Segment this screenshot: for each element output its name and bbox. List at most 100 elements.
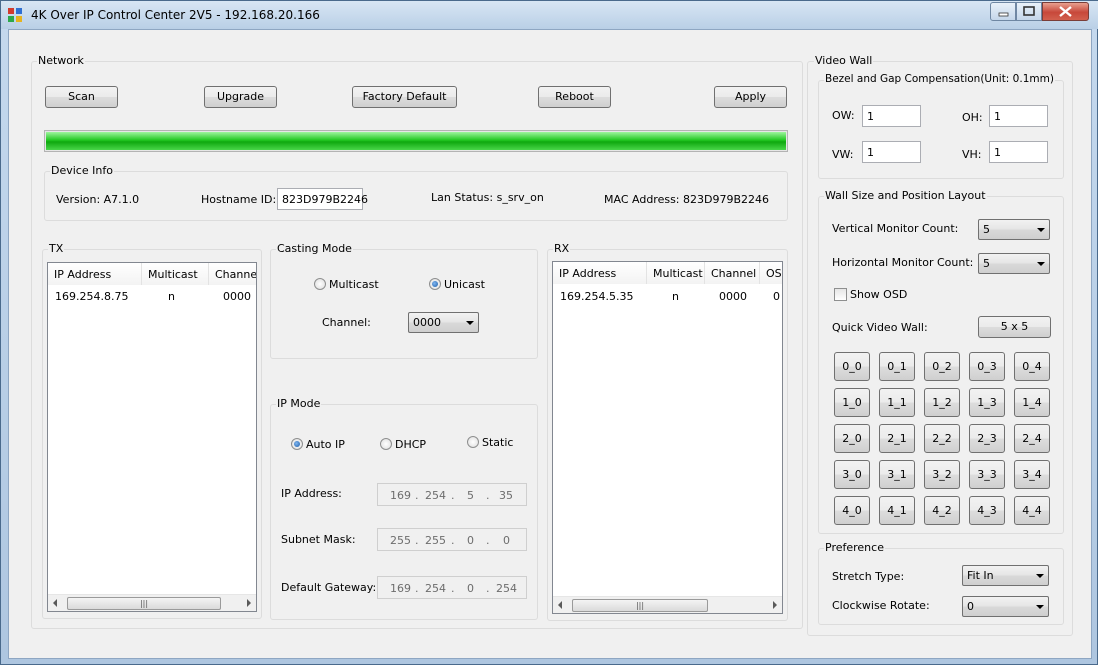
clockwise-rotate-value: 0 (967, 600, 974, 613)
wall-position-button[interactable]: 4_1 (879, 496, 915, 525)
unicast-radio[interactable] (429, 278, 441, 290)
wall-position-button[interactable]: 1_0 (834, 388, 870, 417)
scan-button[interactable]: Scan (45, 86, 118, 108)
vertical-count-value: 5 (983, 223, 990, 236)
dhcp-radio[interactable] (380, 438, 392, 450)
wall-position-button[interactable]: 3_1 (879, 460, 915, 489)
reboot-button[interactable]: Reboot (538, 86, 611, 108)
wall-position-button[interactable]: 2_4 (1014, 424, 1050, 453)
wall-position-button[interactable]: 3_4 (1014, 460, 1050, 489)
auto-ip-radio[interactable] (291, 438, 303, 450)
rx-list[interactable]: IP Address Multicast Channel OS 169.254.… (552, 261, 783, 614)
factory-default-button[interactable]: Factory Default (352, 86, 457, 108)
rx-column-multicast[interactable]: Multicast (647, 262, 705, 284)
show-osd-label: Show OSD (850, 288, 908, 301)
wall-position-button[interactable]: 1_2 (924, 388, 960, 417)
tx-column-channel[interactable]: Channe (209, 263, 256, 285)
horizontal-count-select[interactable]: 5 (978, 253, 1050, 274)
layout-title: Wall Size and Position Layout (824, 189, 987, 202)
clockwise-rotate-label: Clockwise Rotate: (832, 599, 930, 612)
rx-row-ip: 169.254.5.35 (560, 290, 634, 303)
tx-column-ip[interactable]: IP Address (48, 263, 142, 285)
network-title: Network (37, 54, 85, 67)
channel-select[interactable]: 0000 (408, 312, 479, 333)
upgrade-button[interactable]: Upgrade (204, 86, 277, 108)
maximize-icon (1023, 6, 1035, 16)
version-label: Version: A7.1.0 (56, 193, 140, 206)
rx-column-os[interactable]: OS (760, 262, 782, 284)
tx-horizontal-scrollbar[interactable]: ||| (48, 594, 256, 611)
quick-video-wall-button[interactable]: 5 x 5 (978, 316, 1051, 338)
dhcp-label: DHCP (395, 438, 427, 451)
close-button[interactable] (1042, 2, 1089, 21)
channel-label: Channel: (322, 316, 371, 329)
wall-position-button[interactable]: 3_3 (969, 460, 1005, 489)
rx-column-ip[interactable]: IP Address (553, 262, 647, 284)
ip-octet: 169 (390, 489, 411, 502)
scroll-left-icon[interactable] (53, 599, 57, 607)
scroll-left-icon[interactable] (558, 601, 562, 609)
wall-position-button[interactable]: 3_2 (924, 460, 960, 489)
scroll-thumb[interactable]: ||| (572, 599, 708, 612)
wall-position-button[interactable]: 4_2 (924, 496, 960, 525)
scroll-thumb[interactable]: ||| (67, 597, 221, 610)
quick-video-wall-label: Quick Video Wall: (832, 321, 928, 334)
ow-field[interactable]: 1 (862, 105, 921, 127)
vw-field[interactable]: 1 (862, 141, 921, 163)
wall-position-button[interactable]: 3_0 (834, 460, 870, 489)
rx-row-os: 0 (773, 290, 780, 303)
scroll-right-icon[interactable] (773, 601, 777, 609)
wall-position-button[interactable]: 2_0 (834, 424, 870, 453)
stretch-type-value: Fit In (967, 569, 994, 582)
show-osd-checkbox[interactable] (834, 288, 847, 301)
ip-address-field[interactable]: 169. 254. 5. 35 (377, 483, 527, 506)
clockwise-rotate-select[interactable]: 0 (962, 596, 1049, 617)
wall-position-button[interactable]: 4_4 (1014, 496, 1050, 525)
static-radio[interactable] (467, 436, 479, 448)
hostname-field[interactable]: 823D979B2246 (277, 188, 368, 210)
wall-position-button[interactable]: 0_3 (969, 352, 1005, 381)
wall-position-button[interactable]: 0_4 (1014, 352, 1050, 381)
rx-title: RX (553, 242, 571, 255)
wall-position-button[interactable]: 0_0 (834, 352, 870, 381)
rx-horizontal-scrollbar[interactable]: ||| (553, 596, 782, 613)
vertical-count-select[interactable]: 5 (978, 219, 1050, 240)
tx-column-multicast[interactable]: Multicast (142, 263, 209, 285)
wall-position-button[interactable]: 0_1 (879, 352, 915, 381)
wall-position-button[interactable]: 2_1 (879, 424, 915, 453)
wall-position-button[interactable]: 4_3 (969, 496, 1005, 525)
title-bar[interactable]: 4K Over IP Control Center 2V5 - 192.168.… (1, 1, 1098, 29)
minimize-button[interactable] (990, 2, 1016, 21)
close-icon (1059, 6, 1072, 17)
scroll-right-icon[interactable] (247, 599, 251, 607)
wall-position-button[interactable]: 1_1 (879, 388, 915, 417)
ip-octet: 254 (425, 582, 446, 595)
subnet-mask-label: Subnet Mask: (281, 533, 356, 546)
stretch-type-select[interactable]: Fit In (962, 565, 1049, 586)
ip-address-label: IP Address: (281, 487, 342, 500)
maximize-button[interactable] (1016, 2, 1042, 21)
rx-column-channel[interactable]: Channel (705, 262, 760, 284)
bezel-group (818, 80, 1064, 179)
unicast-radio-label: Unicast (444, 278, 485, 291)
wall-position-button[interactable]: 4_0 (834, 496, 870, 525)
default-gateway-field[interactable]: 169. 254. 0. 254 (377, 576, 527, 599)
tx-list[interactable]: IP Address Multicast Channe 169.254.8.75… (47, 262, 257, 612)
window-title: 4K Over IP Control Center 2V5 - 192.168.… (31, 8, 320, 22)
wall-position-button[interactable]: 1_4 (1014, 388, 1050, 417)
client-area: Network Scan Upgrade Factory Default Reb… (8, 29, 1092, 659)
ow-label: OW: (832, 109, 855, 122)
wall-position-button[interactable]: 0_2 (924, 352, 960, 381)
default-gateway-label: Default Gateway: (281, 581, 377, 594)
multicast-radio[interactable] (314, 278, 326, 290)
vh-field[interactable]: 1 (989, 141, 1048, 163)
apply-button[interactable]: Apply (714, 86, 787, 108)
wall-position-button[interactable]: 2_2 (924, 424, 960, 453)
lan-status: Lan Status: s_srv_on (431, 191, 544, 204)
subnet-mask-field[interactable]: 255. 255. 0. 0 (377, 528, 527, 551)
tx-title: TX (48, 242, 65, 255)
oh-field[interactable]: 1 (989, 105, 1048, 127)
wall-position-button[interactable]: 1_3 (969, 388, 1005, 417)
wall-position-button[interactable]: 2_3 (969, 424, 1005, 453)
ip-octet: 254 (425, 489, 446, 502)
